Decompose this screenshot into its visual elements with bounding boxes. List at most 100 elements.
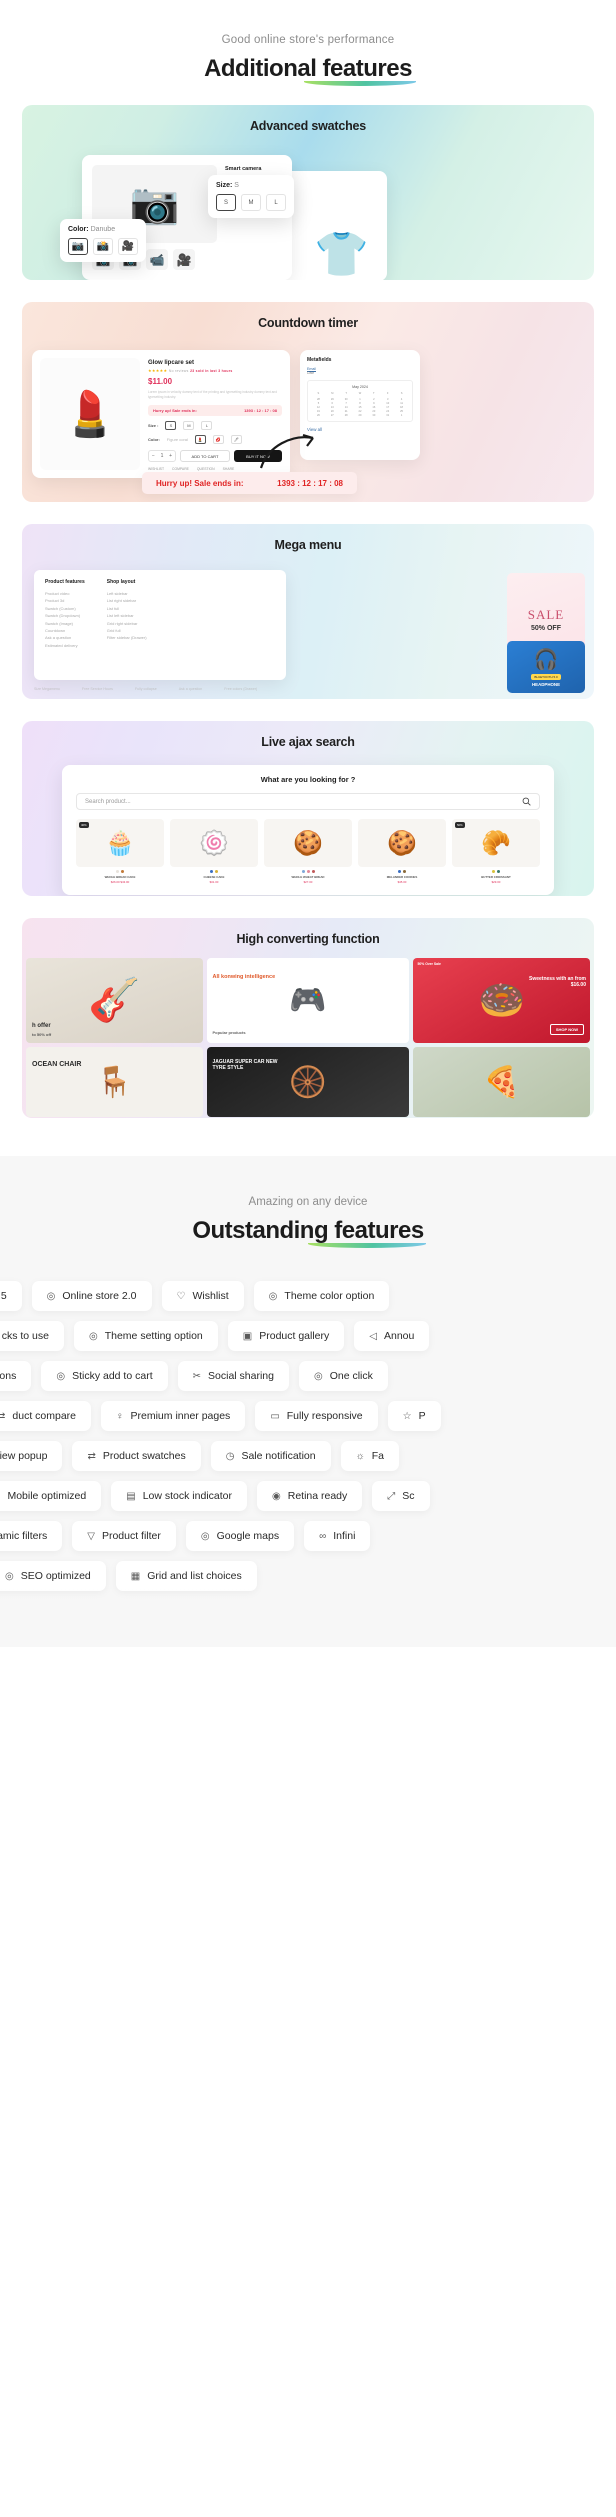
feature-tag-2-2[interactable]: ✂ Social sharing — [177, 1361, 289, 1391]
calendar-day-6[interactable]: 4 — [395, 398, 408, 401]
calendar-days[interactable]: 28 29 30 1 2 3 4 5 6 7 8 9 10 11 12 13 14 15 16 17 18 19 20 21 2… — [312, 398, 408, 417]
feature-tag-6-2[interactable]: ◎ Google maps — [185, 1521, 295, 1551]
calendar-day-27[interactable]: 25 — [395, 410, 408, 413]
color-option-0[interactable]: 📷 — [68, 238, 88, 255]
color-dot[interactable] — [398, 870, 401, 873]
add-to-cart-button[interactable]: ADD TO CART — [180, 450, 230, 463]
hc-cell-food[interactable]: 🍕 — [413, 1047, 590, 1117]
feature-tag-3-0[interactable]: ⇄ duct compare — [0, 1401, 92, 1431]
search-input[interactable]: Search product... — [76, 793, 540, 810]
calendar-day-16[interactable]: 14 — [340, 406, 353, 409]
hc-cell-2-sub[interactable]: SHOP NOW — [549, 1024, 584, 1035]
calendar-day-30[interactable]: 28 — [340, 414, 353, 417]
feature-tag-6-1[interactable]: ▽ Product filter — [72, 1521, 176, 1551]
mega-col2-item-2[interactable]: List full — [107, 605, 147, 612]
calendar-day-3[interactable]: 1 — [354, 398, 367, 401]
calendar-day-9[interactable]: 7 — [340, 402, 353, 405]
color-dot[interactable] — [403, 870, 406, 873]
feature-tag-3-1[interactable]: ♀ Premium inner pages — [101, 1401, 246, 1431]
mega-col1-item-2[interactable]: Swatch (Custom) — [45, 605, 85, 612]
calendar-day-34[interactable]: 1 — [395, 414, 408, 417]
calendar-day-21[interactable]: 19 — [312, 410, 325, 413]
feature-tag-6-0[interactable]: ✦Dynamic filters — [0, 1521, 63, 1551]
calendar-day-18[interactable]: 16 — [367, 406, 380, 409]
feature-tag-0-3[interactable]: ◎ Theme color option — [253, 1281, 390, 1311]
calendar-day-28[interactable]: 26 — [312, 414, 325, 417]
quantity-stepper[interactable]: − 1 + — [148, 450, 176, 463]
color-dot[interactable] — [301, 870, 305, 873]
calendar-day-5[interactable]: 3 — [381, 398, 394, 401]
calendar-day-20[interactable]: 18 — [395, 406, 408, 409]
mega-col1-items[interactable]: Product video Product 3d Swatch (Custom) Sw… — [45, 590, 85, 649]
feature-tag-4-2[interactable]: ◷ Sale notification — [210, 1441, 331, 1471]
feature-tag-0-1[interactable]: ◎ Online store 2.0 — [31, 1281, 152, 1311]
calendar-day-32[interactable]: 30 — [367, 414, 380, 417]
countdown-color-swatch-0[interactable]: 💄 — [194, 435, 206, 445]
mega-col1-item-6[interactable]: Ask a question — [45, 634, 85, 641]
feature-tag-7-0[interactable]: ◎ SEO optimized — [0, 1561, 106, 1591]
mega-col1-item-7[interactable]: Estimated delivery — [45, 642, 85, 649]
color-dot[interactable] — [492, 870, 495, 873]
mega-bottom-0[interactable]: Size Megamenu — [34, 687, 60, 691]
mega-col2-item-5[interactable]: Grid full — [107, 627, 147, 634]
hc-cell-gaming[interactable]: 🎮 All konwing intelligence Popular produ… — [206, 958, 410, 1043]
mega-col1-item-5[interactable]: Countdown — [45, 627, 85, 634]
calendar-day-7[interactable]: 5 — [312, 402, 325, 405]
mega-col2-item-1[interactable]: List right sidebar — [107, 597, 147, 604]
calendar-day-2[interactable]: 30 — [340, 398, 353, 401]
search-icon[interactable] — [522, 797, 531, 806]
feature-tag-1-3[interactable]: ◁ Annou — [354, 1321, 430, 1351]
link-question[interactable]: QUESTION — [197, 467, 215, 471]
mega-bottom-4[interactable]: Free colors (Drawer) — [224, 687, 257, 691]
calendar-day-11[interactable]: 9 — [367, 402, 380, 405]
calendar-day-12[interactable]: 10 — [381, 402, 394, 405]
countdown-size-m[interactable]: M — [183, 421, 195, 431]
feature-tag-3-3[interactable]: ☆ P — [387, 1401, 441, 1431]
mega-bottom-3[interactable]: Ask a question — [179, 687, 203, 691]
calendar-day-15[interactable]: 13 — [326, 406, 339, 409]
link-share[interactable]: SHARE — [223, 467, 235, 471]
color-dot[interactable] — [215, 870, 218, 873]
search-result-0[interactable]: 🧁 40% WHOLE BREAD CAKE $26.00 $43.00 — [76, 819, 164, 884]
calendar-day-19[interactable]: 17 — [381, 406, 394, 409]
calendar-day-10[interactable]: 8 — [354, 402, 367, 405]
color-dot[interactable] — [116, 870, 119, 873]
mega-col1-item-1[interactable]: Product 3d — [45, 597, 85, 604]
feature-tag-7-1[interactable]: ▦ Grid and list choices — [115, 1561, 257, 1591]
search-result-1[interactable]: 🍥 CHEESE CAKE $31.00 — [170, 819, 258, 884]
mega-bottom-1[interactable]: Free Service Hours — [82, 687, 113, 691]
color-dot[interactable] — [121, 870, 124, 873]
hc-cell-guitar[interactable]: 🎸 h offer to 50% off — [26, 958, 203, 1043]
feature-tag-1-1[interactable]: ◎ Theme setting option — [73, 1321, 218, 1351]
calendar-day-14[interactable]: 12 — [312, 406, 325, 409]
link-compare[interactable]: COMPARE — [172, 467, 189, 471]
feature-tag-0-2[interactable]: ♡ Wishlist — [161, 1281, 244, 1311]
calendar-day-1[interactable]: 29 — [326, 398, 339, 401]
mega-col2-item-6[interactable]: Filter sidebar (Drawer) — [107, 634, 147, 641]
countdown-size-s[interactable]: S — [165, 421, 177, 431]
feature-tag-5-2[interactable]: ◉ Retina ready — [257, 1481, 363, 1511]
qty-minus[interactable]: − — [152, 453, 155, 459]
qty-plus[interactable]: + — [169, 453, 172, 459]
calendar-day-8[interactable]: 6 — [326, 402, 339, 405]
feature-tag-2-3[interactable]: ◎ One click — [298, 1361, 388, 1391]
mega-col2-item-4[interactable]: Grid right sidebar — [107, 620, 147, 627]
color-dot[interactable] — [210, 870, 213, 873]
countdown-size-l[interactable]: L — [201, 421, 213, 431]
link-wishlist[interactable]: WISHLIST — [148, 467, 164, 471]
color-dot[interactable] — [497, 870, 500, 873]
mega-col2-item-0[interactable]: Left sidebar — [107, 590, 147, 597]
feature-tag-3-2[interactable]: ▭ Fully responsive — [255, 1401, 378, 1431]
thumb-3[interactable]: 🎥 — [173, 249, 195, 270]
hc-cell-chair[interactable]: 🪑 OCEAN CHAIR — [26, 1047, 203, 1117]
hc-cell-tyre[interactable]: 🛞 JAGUAR SUPER CAR NEW TYRE STYLE — [206, 1047, 410, 1117]
headphone-promo-card[interactable]: 🎧 BLUETOOTH 5.0 HEADPHONE — [507, 641, 585, 693]
calendar-day-29[interactable]: 27 — [326, 414, 339, 417]
countdown-color-swatch-1[interactable]: 💋 — [212, 435, 224, 445]
feature-tag-4-3[interactable]: ☼ Fa — [340, 1441, 400, 1471]
color-dot[interactable] — [306, 870, 310, 873]
mega-col1-item-3[interactable]: Swatch (Dropdown) — [45, 612, 85, 619]
mega-col1-item-4[interactable]: Swatch (Image) — [45, 620, 85, 627]
color-dot[interactable] — [311, 870, 315, 873]
feature-tag-5-3[interactable]: ⤢ Sc — [372, 1481, 430, 1511]
